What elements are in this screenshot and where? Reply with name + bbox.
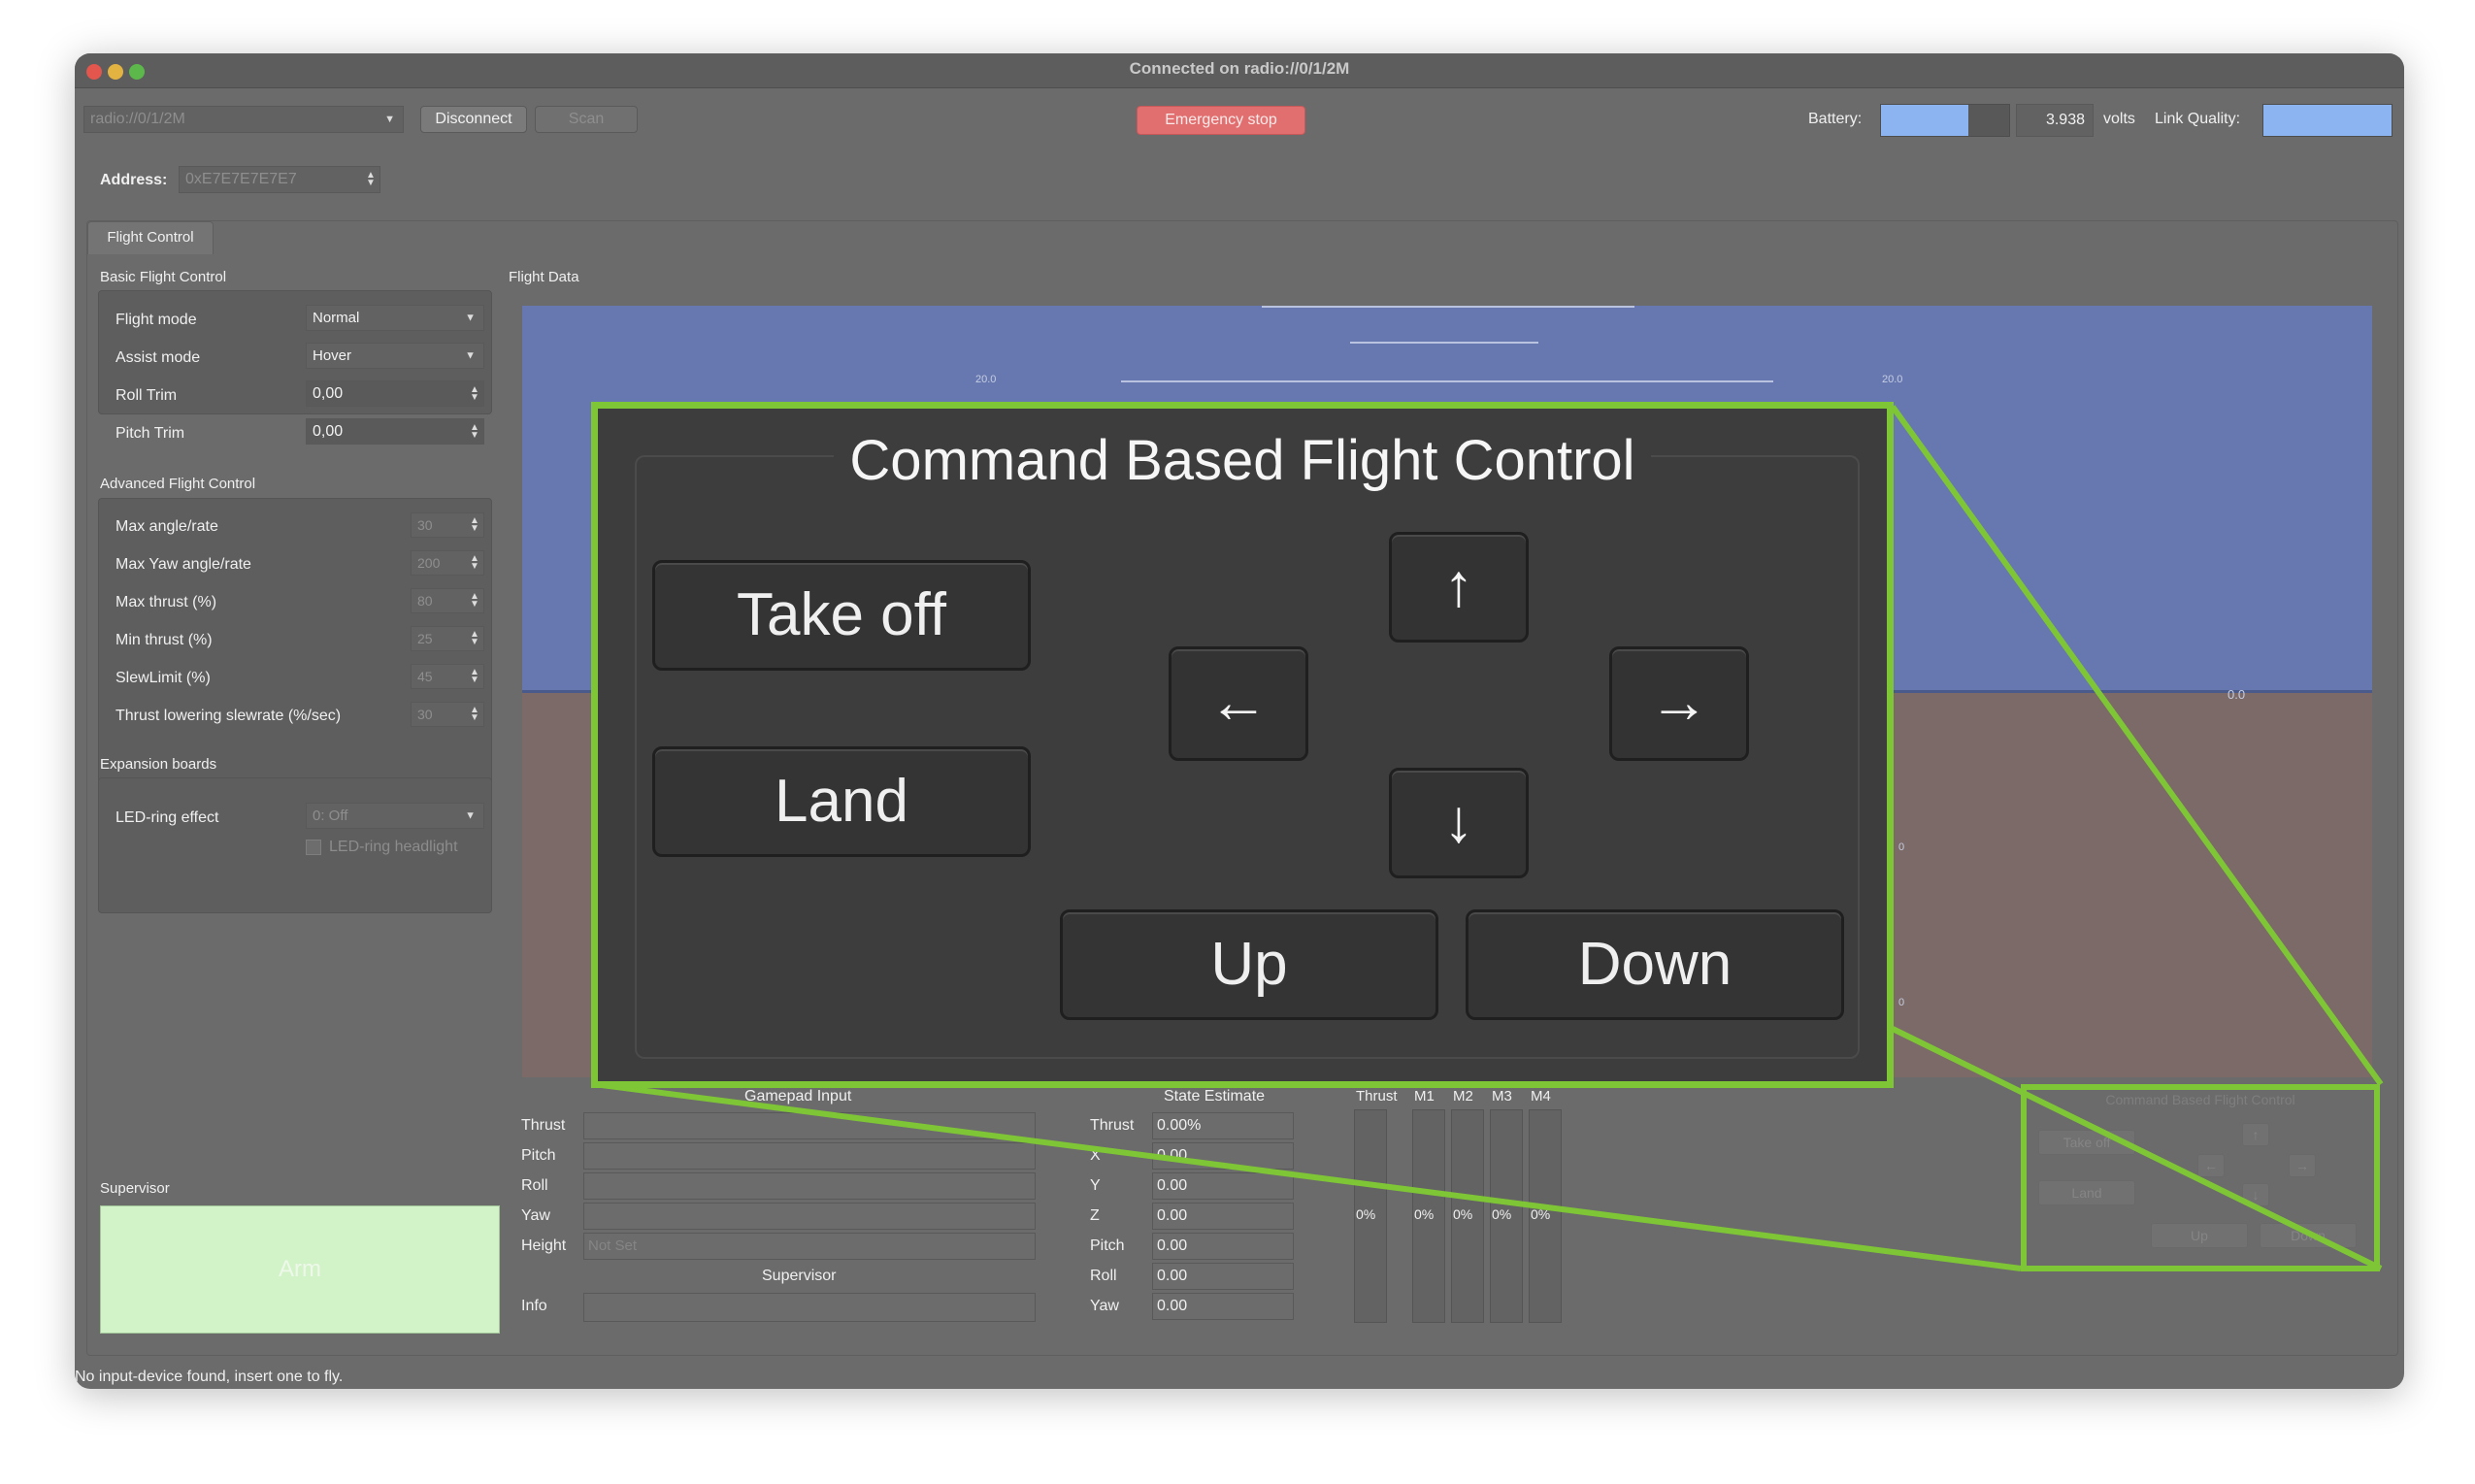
command-control-title: Command Based Flight Control [598, 428, 1887, 493]
up-button[interactable]: Up [1060, 909, 1438, 1020]
down-button[interactable]: Down [1466, 909, 1844, 1020]
arrow-right-button[interactable]: → [1609, 646, 1749, 761]
command-control-zoom: Command Based Flight Control Take off La… [591, 402, 1894, 1088]
take-off-button[interactable]: Take off [652, 560, 1031, 671]
connector-bottom-right [1891, 1026, 2383, 1271]
connector-top-right [1890, 405, 2384, 1086]
arrow-up-button[interactable]: ↑ [1389, 532, 1529, 643]
land-button[interactable]: Land [652, 746, 1031, 857]
arrow-down-button[interactable]: ↓ [1389, 768, 1529, 878]
arrow-left-button[interactable]: ← [1169, 646, 1308, 761]
command-control-title-text: Command Based Flight Control [834, 429, 1651, 492]
connector-bottom-left [593, 1081, 2022, 1271]
